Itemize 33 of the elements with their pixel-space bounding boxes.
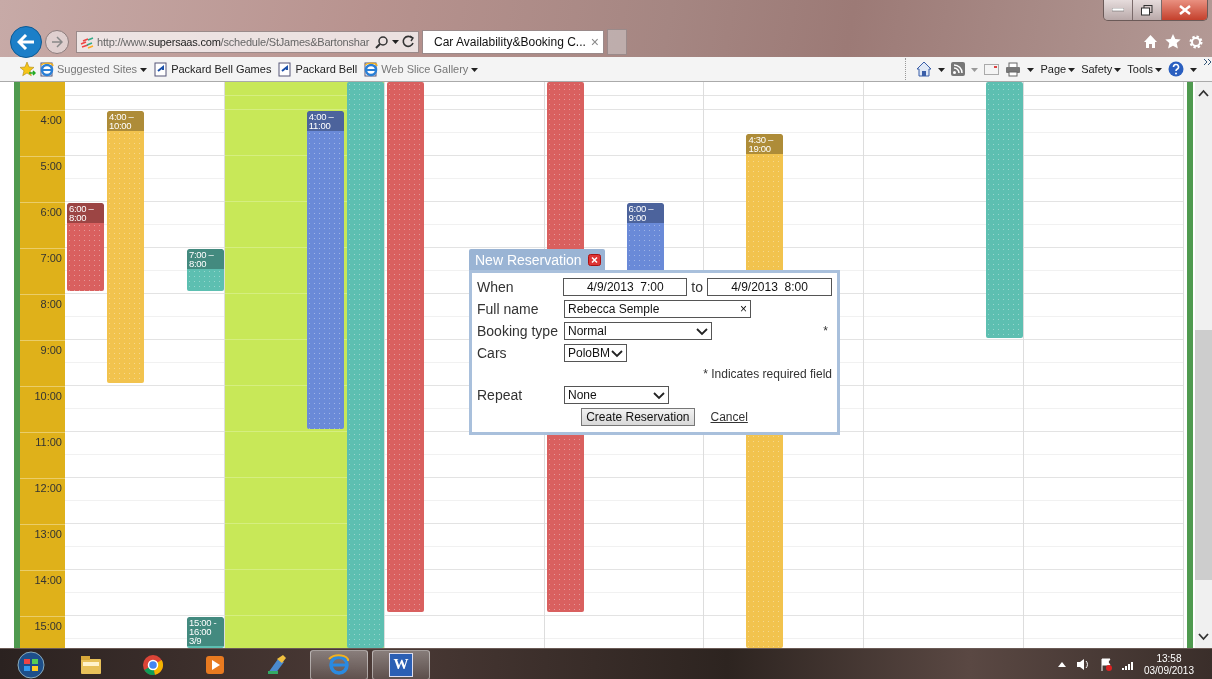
clock-date: 03/09/2013 [1143,664,1194,677]
booking-time: 15:00 - 16:00 3/9 [186,617,224,646]
field-label: Full name [477,301,540,317]
field-label: Repeat [477,387,524,403]
clock-time: 13:58 [1156,652,1182,665]
hour-label: 15:00 [34,620,62,632]
booking-time: 4:30 – 19:00 [746,134,784,154]
field-label: Cars [477,345,508,361]
field-label: Booking type [477,323,559,339]
hour-label: 12:00 [34,482,62,494]
document-icon: W [389,652,413,677]
booking-time: 4:00 – 10:00 [106,111,144,131]
booking-time: 7:00 – 8:00 [186,249,224,269]
booking-time: 4:00 – 11:00 [306,111,344,131]
booking-time: 6:00 – 8:00 [66,203,104,223]
required-mark: * [823,324,828,338]
hour-label: 6:00 [40,206,62,218]
hour-label: 4:00 [40,114,62,126]
hour-label: 11:00 [35,436,62,448]
hour-label: 5:00 [40,160,62,172]
hour-label: 7:00 [40,252,62,264]
tab-title: Car Availability&Booking C... [434,34,586,49]
address-text: http://www.supersaas.com/schedule/StJames&Bartonshar [97,35,371,48]
hour-label: 9:00 [40,344,62,356]
hour-label: 8:00 [40,298,62,310]
hour-label: 13:00 [34,528,62,540]
dialog-title-tab: New Reservation [469,249,605,270]
booking-time: 6:00 – 9:00 [626,203,664,223]
hour-label: 10:00 [34,390,62,402]
hour-label: 14:00 [34,574,62,586]
field-label: When [477,279,515,295]
field-label: to [691,279,703,295]
required-note: * Indicates required field [703,367,832,381]
